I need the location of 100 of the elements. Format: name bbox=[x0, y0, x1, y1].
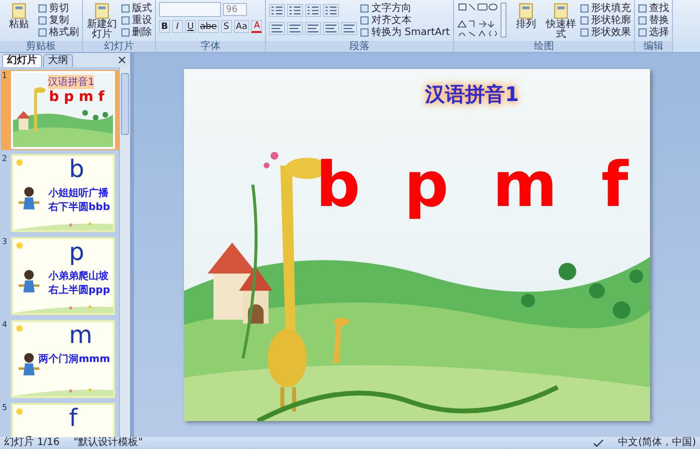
font-name-field[interactable] bbox=[159, 2, 221, 17]
ribbon-button[interactable]: 版式 bbox=[121, 2, 152, 14]
thumbnail-title: 汉语拼音1 bbox=[48, 75, 94, 89]
slide-thumbnail-row[interactable]: 3 p 小弟弟爬山坡 右上半圆ppp bbox=[1, 236, 119, 316]
slide-title: 汉语拼音1 bbox=[425, 81, 519, 108]
ribbon-button[interactable]: 形状效果 bbox=[580, 26, 631, 38]
slide-thumbnail[interactable]: p 小弟弟爬山坡 右上半圆ppp bbox=[11, 237, 115, 315]
document-icon bbox=[516, 2, 535, 20]
ribbon-button[interactable]: 对齐文本 bbox=[360, 14, 450, 26]
square-icon bbox=[638, 16, 647, 24]
sun-icon bbox=[15, 241, 24, 250]
group-label: 绘图 bbox=[454, 41, 634, 52]
square-icon bbox=[121, 16, 130, 24]
document-icon bbox=[93, 2, 111, 20]
slide-thumbnail-row[interactable]: 1 汉语拼音1 b p m f bbox=[1, 70, 119, 150]
format-button[interactable]: Aa bbox=[234, 20, 250, 33]
ribbon-button[interactable]: 查找 bbox=[638, 2, 669, 14]
pane-tab[interactable]: 大纲 bbox=[43, 54, 73, 67]
align-icon[interactable] bbox=[287, 22, 304, 35]
square-icon bbox=[38, 4, 47, 12]
ribbon-button[interactable]: 转换为 SmartArt bbox=[360, 26, 450, 38]
thumbnail-letter: m bbox=[69, 322, 92, 348]
align-icon[interactable] bbox=[341, 22, 358, 35]
scrollbar[interactable] bbox=[119, 67, 130, 437]
slide-thumbnail[interactable]: f bbox=[11, 403, 115, 437]
slide-counter: 幻灯片 1/16 bbox=[4, 437, 60, 449]
slide-canvas[interactable]: 汉语拼音1 b p m f bbox=[184, 69, 650, 421]
ribbon-button[interactable]: 复制 bbox=[38, 14, 79, 26]
ribbon-button[interactable]: 形状轮廓 bbox=[580, 14, 631, 26]
square-icon bbox=[121, 28, 130, 36]
slide-number: 5 bbox=[2, 403, 8, 412]
square-icon bbox=[638, 28, 647, 36]
sun-icon bbox=[15, 158, 24, 167]
format-button[interactable]: S bbox=[220, 20, 232, 33]
list-icon[interactable] bbox=[323, 4, 340, 17]
ribbon-button[interactable]: 替换 bbox=[638, 14, 669, 26]
align-icon[interactable] bbox=[269, 22, 286, 35]
format-button[interactable]: A bbox=[251, 20, 262, 33]
pinyin-letter: b bbox=[316, 150, 360, 220]
ribbon-button[interactable]: 粘贴 bbox=[3, 2, 35, 30]
pinyin-letter: f bbox=[601, 150, 628, 220]
list-icon[interactable] bbox=[269, 4, 286, 17]
slide-number: 3 bbox=[2, 237, 8, 246]
align-icon[interactable] bbox=[323, 22, 340, 35]
list-icon[interactable] bbox=[287, 4, 304, 17]
document-icon bbox=[552, 2, 570, 20]
ribbon-button[interactable]: 删除 bbox=[121, 26, 152, 38]
list-icon[interactable] bbox=[305, 4, 322, 17]
square-icon bbox=[360, 28, 370, 36]
thumbnail-letter: b bbox=[69, 156, 84, 182]
thumbnail-text: 两个门洞mmm bbox=[38, 354, 110, 365]
slide-thumbnail[interactable]: b 小姐姐听广播 右下半圆bbb bbox=[11, 154, 115, 232]
ribbon-button[interactable]: 形状填充 bbox=[580, 2, 631, 14]
spellcheck-icon[interactable] bbox=[593, 438, 604, 448]
ribbon-button[interactable]: 新建幻灯片 bbox=[86, 2, 118, 40]
thumbnail-text: 小弟弟爬山坡 bbox=[48, 271, 109, 282]
square-icon bbox=[38, 16, 47, 24]
ribbon-button[interactable]: 排列 bbox=[510, 2, 542, 30]
ribbon-button[interactable]: 剪切 bbox=[38, 2, 79, 14]
thumbnail-text: 右上半圆ppp bbox=[48, 285, 110, 296]
align-icon[interactable] bbox=[305, 22, 322, 35]
square-icon bbox=[360, 4, 370, 12]
group-label: 幻灯片 bbox=[83, 41, 155, 52]
format-button[interactable]: I bbox=[172, 20, 183, 33]
square-icon bbox=[580, 4, 589, 12]
language-indicator[interactable]: 中文(简体，中国) bbox=[618, 437, 696, 449]
theme-name: "默认设计模板" bbox=[74, 437, 143, 449]
square-icon bbox=[580, 16, 589, 24]
shapes-gallery-icon[interactable] bbox=[456, 2, 507, 38]
group-label: 字体 bbox=[156, 41, 266, 52]
thumbnail-text: 右下半圆bbb bbox=[48, 202, 110, 213]
sun-icon bbox=[15, 407, 24, 416]
ribbon-button[interactable]: 快速样式 bbox=[544, 2, 577, 40]
slide-thumbnail-row[interactable]: 2 b 小姐姐听广播 右下半圆bbb bbox=[1, 153, 119, 233]
thumbnail-text: 小姐姐听广播 bbox=[48, 188, 109, 199]
slide-thumbnail-row[interactable]: 5 f bbox=[1, 402, 119, 437]
format-button[interactable]: abe bbox=[198, 20, 219, 33]
ribbon-button[interactable]: 文字方向 bbox=[360, 2, 450, 14]
pane-tab[interactable]: 幻灯片 bbox=[2, 54, 42, 67]
pinyin-letter: p bbox=[404, 150, 449, 220]
square-icon bbox=[580, 28, 589, 36]
document-icon bbox=[10, 2, 28, 20]
slide-number: 2 bbox=[2, 154, 8, 163]
format-button[interactable]: U bbox=[185, 20, 196, 33]
thumbnail-letter: p bbox=[69, 239, 84, 265]
ribbon-button[interactable]: 选择 bbox=[638, 26, 669, 38]
slide-thumbnail-row[interactable]: 4 m 两个门洞mmm bbox=[1, 319, 119, 399]
ribbon-button[interactable]: 重设 bbox=[121, 14, 152, 26]
group-label: 剪贴板 bbox=[0, 41, 82, 52]
ribbon-button[interactable]: 格式刷 bbox=[38, 26, 79, 38]
square-icon bbox=[38, 28, 47, 36]
group-label: 段落 bbox=[266, 41, 453, 52]
square-icon bbox=[360, 16, 370, 24]
close-icon[interactable] bbox=[118, 56, 126, 64]
slide-thumbnail[interactable]: m 两个门洞mmm bbox=[11, 320, 115, 398]
square-icon bbox=[638, 4, 647, 12]
sun-icon bbox=[15, 324, 24, 333]
format-button[interactable]: B bbox=[159, 20, 170, 33]
slide-thumbnail[interactable]: 汉语拼音1 b p m f bbox=[11, 71, 115, 149]
thumbnail-letter: f bbox=[69, 405, 78, 431]
